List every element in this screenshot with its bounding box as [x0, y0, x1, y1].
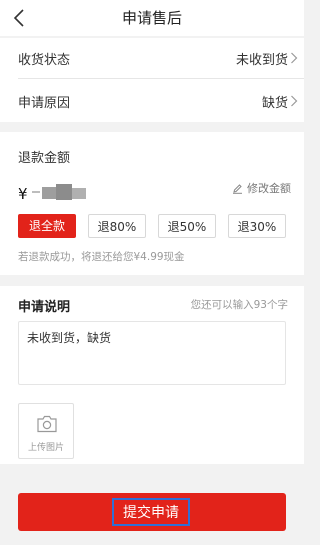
refund-option-80[interactable]: 退80%: [88, 214, 146, 238]
modify-amount-label: 修改金额: [247, 182, 291, 195]
amount-redacted: [32, 184, 86, 200]
camera-icon: [37, 415, 57, 433]
refund-option-50[interactable]: 退50%: [158, 214, 216, 238]
upload-image-button[interactable]: 上传图片: [18, 403, 74, 459]
chevron-right-icon: [291, 52, 298, 64]
reason-value: 缺货: [261, 96, 288, 111]
submit-label: 提交申请: [112, 498, 190, 526]
info-rows: 收货状态 未收到货 申请原因 缺货: [0, 38, 304, 122]
explanation-textarea[interactable]: 未收到货，缺货: [18, 321, 286, 385]
header-bar: 申请售后: [0, 0, 304, 36]
receipt-status-label: 收货状态: [18, 53, 71, 68]
receipt-status-value: 未收到货: [235, 53, 288, 68]
receipt-status-row[interactable]: 未收到货: [150, 38, 304, 78]
currency-symbol: ¥: [18, 185, 28, 203]
row-divider: [18, 78, 304, 79]
chevron-right-icon: [291, 95, 298, 107]
reason-label: 申请原因: [18, 96, 71, 111]
upload-image-label: 上传图片: [27, 443, 64, 453]
char-count-hint: 您还可以输入93个字: [190, 299, 288, 311]
explanation-title: 申请说明: [18, 300, 71, 315]
refund-option-full[interactable]: 退全款: [18, 214, 76, 238]
reason-row[interactable]: 缺货: [150, 80, 304, 122]
edit-icon: [233, 183, 242, 194]
chevron-left-icon: [13, 9, 24, 27]
submit-button[interactable]: 提交申请: [18, 493, 286, 531]
refund-note: 若退款成功，将退还给您¥4.99现金: [18, 251, 185, 263]
back-button[interactable]: [8, 6, 30, 30]
refund-title: 退款金额: [18, 151, 71, 166]
modify-amount-button[interactable]: 修改金额: [232, 180, 291, 196]
refund-option-30[interactable]: 退30%: [228, 214, 286, 238]
page-title: 申请售后: [121, 9, 182, 27]
